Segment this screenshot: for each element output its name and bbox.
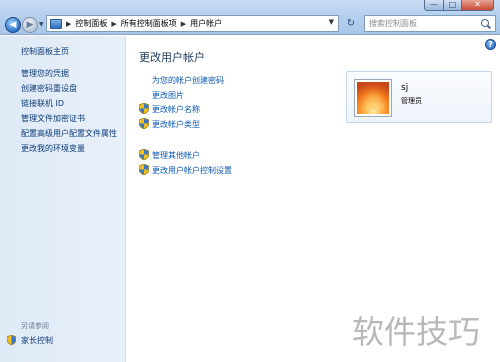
chevron-right-icon[interactable]: ▶ — [66, 20, 71, 28]
avatar[interactable] — [355, 80, 391, 116]
control-panel-icon — [50, 18, 62, 29]
user-role: 管理员 — [401, 97, 422, 105]
uac-shield-icon — [139, 164, 149, 175]
sidebar-link-environment-vars[interactable]: 更改我的环境变量 — [21, 143, 85, 154]
close-button[interactable]: ✕ — [462, 0, 494, 11]
search-icon[interactable] — [480, 18, 492, 30]
change-account-type-link[interactable]: 更改帐户类型 — [152, 119, 200, 130]
watermark: 软件技巧 — [352, 313, 481, 351]
window-controls: — □ ✕ — [424, 0, 494, 11]
sidebar-link-parental-controls[interactable]: 家长控制 — [21, 335, 53, 346]
address-dropdown-icon[interactable]: ▼ — [329, 18, 334, 26]
back-arrow-icon: ◀ — [9, 20, 17, 30]
sidebar: 控制面板主页 管理您的凭据 创建密码重设盘 链接联机 ID 管理文件加密证书 配… — [0, 36, 126, 362]
maximize-button[interactable]: □ — [444, 0, 462, 11]
close-icon: ✕ — [474, 0, 481, 9]
manage-other-accounts-link[interactable]: 管理其他帐户 — [152, 150, 200, 161]
shield-icon — [7, 335, 16, 345]
change-picture-link[interactable]: 更改图片 — [152, 90, 184, 101]
title-bar: — □ ✕ ◀ ▶ ▼ ▶ 控制面板 ▶ 所有控制面板项 ▶ 用户帐户 ▼ ↻ … — [0, 0, 500, 35]
sidebar-link-encryption-cert[interactable]: 管理文件加密证书 — [21, 113, 85, 124]
breadcrumb-all-items[interactable]: 所有控制面板项 — [121, 18, 177, 29]
user-name: sj — [401, 83, 409, 93]
uac-shield-icon — [139, 118, 149, 129]
change-account-name-link[interactable]: 更改帐户名称 — [152, 104, 200, 115]
sidebar-link-reset-disk[interactable]: 创建密码重设盘 — [21, 83, 77, 94]
address-bar[interactable]: ▶ 控制面板 ▶ 所有控制面板项 ▶ 用户帐户 ▼ — [46, 15, 339, 32]
see-also-heading: 另请参阅 — [21, 322, 49, 330]
uac-shield-icon — [139, 149, 149, 160]
forward-button[interactable]: ▶ — [22, 17, 38, 33]
maximize-icon: □ — [448, 0, 457, 9]
sidebar-link-online-id[interactable]: 链接联机 ID — [21, 98, 64, 109]
create-password-link[interactable]: 为您的帐户创建密码 — [152, 75, 224, 86]
breadcrumb-control-panel[interactable]: 控制面板 — [75, 18, 107, 29]
back-button[interactable]: ◀ — [5, 17, 21, 33]
sidebar-link-profile-properties[interactable]: 配置高级用户配置文件属性 — [21, 128, 117, 139]
refresh-button[interactable]: ↻ — [343, 15, 359, 32]
recent-pages-dropdown[interactable]: ▼ — [39, 21, 44, 28]
chevron-right-icon[interactable]: ▶ — [111, 20, 116, 28]
minimize-button[interactable]: — — [424, 0, 444, 11]
breadcrumb-user-accounts[interactable]: 用户帐户 — [190, 18, 222, 29]
chevron-right-icon[interactable]: ▶ — [181, 20, 186, 28]
user-account-card: sj 管理员 — [346, 71, 492, 123]
uac-settings-link[interactable]: 更改用户帐户控制设置 — [152, 165, 232, 176]
sidebar-link-credentials[interactable]: 管理您的凭据 — [21, 68, 69, 79]
sidebar-link-home[interactable]: 控制面板主页 — [21, 46, 69, 57]
forward-arrow-icon: ▶ — [26, 20, 34, 30]
refresh-icon: ↻ — [346, 18, 356, 29]
help-icon[interactable]: ? — [485, 39, 496, 50]
uac-shield-icon — [139, 103, 149, 114]
page-title: 更改用户帐户 — [139, 51, 205, 64]
minimize-icon: — — [430, 0, 438, 9]
search-input[interactable]: 搜索控制面板 — [365, 18, 480, 29]
search-box[interactable]: 搜索控制面板 — [364, 15, 496, 32]
